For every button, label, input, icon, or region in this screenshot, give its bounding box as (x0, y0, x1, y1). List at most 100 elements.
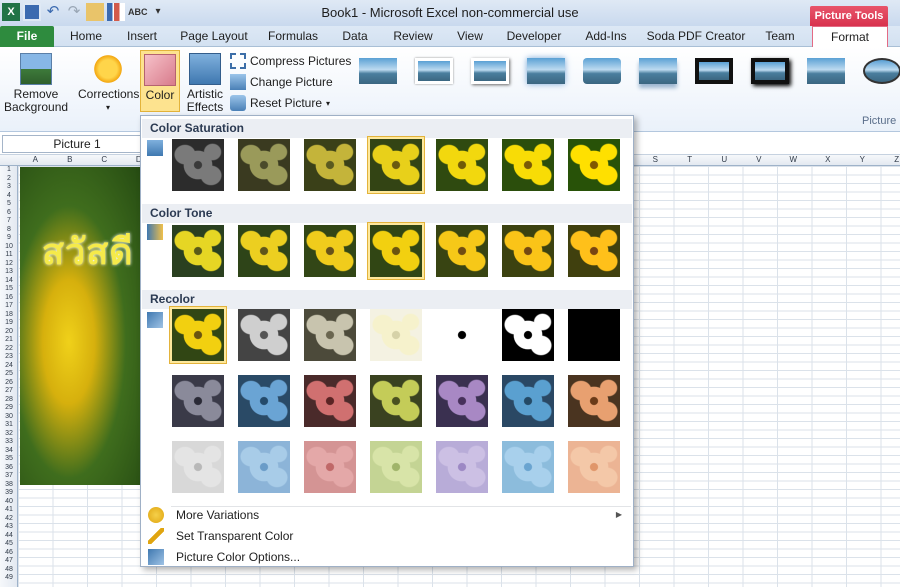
row-header[interactable]: 11 (0, 251, 18, 258)
remove-background-button[interactable]: Remove Background (4, 53, 68, 114)
tab-format[interactable]: Format (812, 26, 888, 48)
color-variant-thumbnail[interactable] (499, 372, 557, 430)
color-variant-thumbnail[interactable] (433, 136, 491, 194)
color-variant-thumbnail[interactable] (301, 222, 359, 280)
tab-review[interactable]: Review (386, 26, 440, 47)
color-variant-thumbnail[interactable] (499, 438, 557, 496)
row-header[interactable]: 4 (0, 192, 18, 199)
row-header[interactable]: 18 (0, 311, 18, 318)
color-variant-thumbnail[interactable] (367, 306, 425, 364)
picture-style-thumb[interactable] (524, 54, 568, 88)
color-variant-thumbnail[interactable] (169, 438, 227, 496)
tab-view[interactable]: View (450, 26, 490, 47)
row-header[interactable]: 31 (0, 421, 18, 428)
color-variant-thumbnail[interactable] (565, 372, 623, 430)
picture-style-thumb[interactable] (468, 54, 512, 88)
row-header[interactable]: 35 (0, 455, 18, 462)
color-button[interactable]: Color (140, 50, 180, 112)
tab-home[interactable]: Home (62, 26, 110, 47)
compress-pictures-button[interactable]: Compress Pictures (230, 51, 351, 71)
tab-soda-pdf-creator[interactable]: Soda PDF Creator (644, 26, 748, 47)
artistic-effects-button[interactable]: Artistic Effects (182, 53, 228, 114)
row-header[interactable]: 22 (0, 345, 18, 352)
name-box[interactable]: Picture 1 (2, 135, 152, 153)
color-variant-thumbnail[interactable] (235, 222, 293, 280)
color-variant-thumbnail[interactable] (433, 306, 491, 364)
column-header[interactable]: W (776, 155, 811, 164)
column-header[interactable]: X (811, 155, 846, 164)
row-header[interactable]: 9 (0, 234, 18, 241)
color-variant-thumbnail[interactable] (301, 438, 359, 496)
row-header[interactable]: 38 (0, 481, 18, 488)
color-variant-thumbnail[interactable] (565, 136, 623, 194)
reset-picture-button[interactable]: Reset Picture ▾ (230, 93, 330, 113)
color-variant-thumbnail[interactable] (433, 222, 491, 280)
row-header[interactable]: 2 (0, 175, 18, 182)
row-header[interactable]: 43 (0, 523, 18, 530)
row-header[interactable]: 41 (0, 506, 18, 513)
more-variations-item[interactable]: More Variations ▶ (142, 504, 632, 525)
row-header[interactable]: 7 (0, 217, 18, 224)
row-header[interactable]: 15 (0, 285, 18, 292)
color-variant-thumbnail[interactable] (301, 372, 359, 430)
column-header[interactable]: Y (845, 155, 880, 164)
color-variant-thumbnail[interactable] (235, 306, 293, 364)
row-header[interactable]: 25 (0, 370, 18, 377)
column-header[interactable]: T (673, 155, 708, 164)
color-variant-thumbnail[interactable] (169, 306, 227, 364)
color-variant-thumbnail[interactable] (367, 136, 425, 194)
tab-team[interactable]: Team (758, 26, 802, 47)
picture-style-thumb[interactable] (748, 54, 792, 88)
row-header[interactable]: 28 (0, 396, 18, 403)
column-header[interactable]: B (53, 155, 88, 164)
lily-picture[interactable]: สวัสดี (20, 167, 142, 485)
color-variant-thumbnail[interactable] (169, 222, 227, 280)
tab-developer[interactable]: Developer (500, 26, 568, 47)
row-header[interactable]: 21 (0, 336, 18, 343)
color-variant-thumbnail[interactable] (301, 136, 359, 194)
row-header[interactable]: 19 (0, 319, 18, 326)
row-header[interactable]: 49 (0, 574, 18, 581)
row-header[interactable]: 32 (0, 430, 18, 437)
tab-file[interactable]: File (0, 26, 54, 47)
row-header[interactable]: 27 (0, 387, 18, 394)
corrections-button[interactable]: Corrections ▾ (78, 53, 139, 114)
row-header[interactable]: 5 (0, 200, 18, 207)
tab-add-ins[interactable]: Add-Ins (578, 26, 634, 47)
tab-insert[interactable]: Insert (118, 26, 166, 47)
row-header[interactable]: 24 (0, 362, 18, 369)
row-header[interactable]: 26 (0, 379, 18, 386)
row-header[interactable]: 6 (0, 209, 18, 216)
row-header[interactable]: 1 (0, 166, 18, 173)
color-variant-thumbnail[interactable] (499, 222, 557, 280)
row-header[interactable]: 20 (0, 328, 18, 335)
row-header[interactable]: 34 (0, 447, 18, 454)
color-variant-thumbnail[interactable] (235, 438, 293, 496)
row-header[interactable]: 37 (0, 472, 18, 479)
row-header[interactable]: 17 (0, 302, 18, 309)
row-header[interactable]: 44 (0, 532, 18, 539)
row-header[interactable]: 36 (0, 464, 18, 471)
column-header[interactable]: Z (880, 155, 900, 164)
column-header[interactable]: S (638, 155, 673, 164)
picture-style-thumb[interactable] (412, 54, 456, 88)
row-header[interactable]: 3 (0, 183, 18, 190)
column-header[interactable]: A (18, 155, 53, 164)
row-header[interactable]: 48 (0, 566, 18, 573)
row-header[interactable]: 39 (0, 489, 18, 496)
row-header[interactable]: 29 (0, 404, 18, 411)
color-variant-thumbnail[interactable] (367, 372, 425, 430)
color-variant-thumbnail[interactable] (367, 438, 425, 496)
change-picture-button[interactable]: Change Picture (230, 72, 333, 92)
tab-page-layout[interactable]: Page Layout (176, 26, 252, 47)
color-variant-thumbnail[interactable] (169, 136, 227, 194)
column-header[interactable]: V (742, 155, 777, 164)
color-variant-thumbnail[interactable] (235, 372, 293, 430)
row-header[interactable]: 42 (0, 515, 18, 522)
color-variant-thumbnail[interactable] (499, 136, 557, 194)
color-variant-thumbnail[interactable] (565, 222, 623, 280)
color-variant-thumbnail[interactable] (169, 372, 227, 430)
tab-data[interactable]: Data (334, 26, 376, 47)
picture-style-thumb[interactable] (580, 54, 624, 88)
color-variant-thumbnail[interactable] (565, 438, 623, 496)
